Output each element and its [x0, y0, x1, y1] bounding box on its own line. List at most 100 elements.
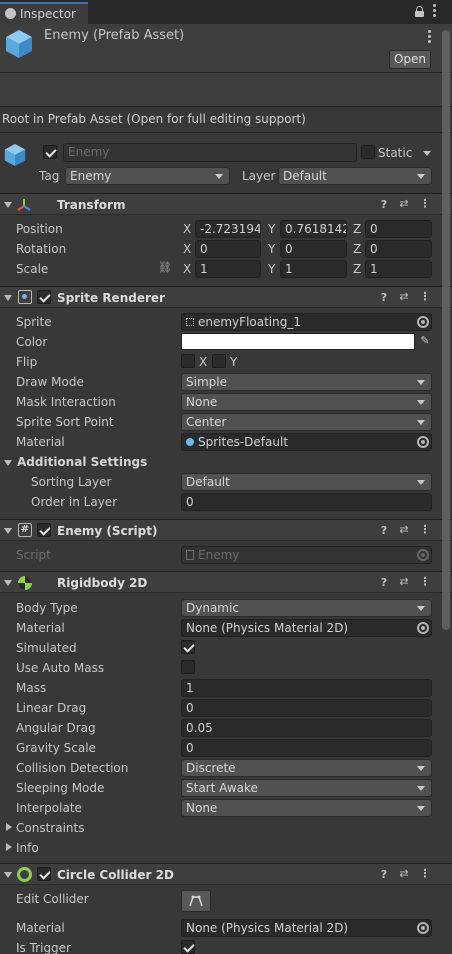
tab-inspector[interactable]: Inspector	[0, 2, 88, 24]
component-menu-dots-icon[interactable]: ⋮	[418, 867, 432, 880]
use-auto-mass-checkbox[interactable]	[181, 660, 195, 674]
order-in-layer-field[interactable]: 0	[181, 493, 432, 511]
scale-label: Scale	[16, 262, 49, 276]
linear-drag-field[interactable]: 0	[181, 699, 432, 717]
eyedropper-icon[interactable]: ✎	[418, 334, 432, 347]
circle-collider-header[interactable]: Circle Collider 2D ? ⇄ ⋮	[0, 863, 452, 885]
help-icon[interactable]: ?	[377, 868, 391, 881]
transform-header[interactable]: Transform ? ⇄ ⋮	[0, 193, 452, 215]
mass-field[interactable]: 1	[181, 679, 432, 697]
sprite-renderer-fold-arrow[interactable]	[4, 295, 12, 301]
rotation-z-field[interactable]: 0	[365, 240, 432, 258]
edit-collider-button[interactable]	[181, 890, 211, 912]
gameobject-name-field[interactable]: Enemy	[63, 143, 357, 162]
object-picker-icon[interactable]	[417, 922, 429, 934]
is-trigger-checkbox[interactable]	[181, 940, 195, 954]
menu-dots-icon[interactable]	[433, 4, 437, 18]
sprite-field[interactable]: enemyFloating_1	[181, 313, 432, 331]
settings-sliders-icon[interactable]: ⇄	[397, 523, 411, 536]
help-icon[interactable]: ?	[377, 198, 391, 211]
sleeping-mode-dropdown[interactable]: Start Awake	[181, 779, 432, 797]
component-menu-dots-icon[interactable]: ⋮	[418, 197, 432, 210]
scale-x-field[interactable]: 1	[195, 260, 261, 278]
angular-drag-field[interactable]: 0.05	[181, 719, 432, 737]
enemy-script-fold-arrow[interactable]	[4, 528, 12, 534]
scale-y-axis[interactable]: Y	[268, 262, 275, 276]
additional-settings-label[interactable]: Additional Settings	[17, 455, 147, 469]
transform-title: Transform	[57, 198, 126, 212]
enemy-script-enabled-checkbox[interactable]	[37, 523, 51, 537]
position-z-axis[interactable]: Z	[353, 222, 361, 236]
circle-collider-enabled-checkbox[interactable]	[37, 867, 51, 881]
sprite-material-field[interactable]: Sprites-Default	[181, 433, 432, 451]
help-icon[interactable]: ?	[377, 576, 391, 589]
interpolate-dropdown[interactable]: None	[181, 799, 432, 817]
sprite-material-label: Material	[16, 435, 65, 449]
rotation-x-axis[interactable]: X	[183, 242, 191, 256]
scale-z-field[interactable]: 1	[365, 260, 432, 278]
draw-mode-dropdown[interactable]: Simple	[181, 373, 432, 391]
additional-settings-fold-arrow[interactable]	[4, 460, 12, 466]
component-menu-dots-icon[interactable]: ⋮	[418, 290, 432, 303]
sprite-renderer-enabled-checkbox[interactable]	[37, 290, 51, 304]
sorting-layer-dropdown[interactable]: Default	[181, 473, 432, 491]
gravity-scale-field[interactable]: 0	[181, 739, 432, 757]
constraints-fold-arrow[interactable]	[6, 823, 12, 831]
simulated-checkbox[interactable]	[181, 640, 195, 654]
circle-collider-fold-arrow[interactable]	[4, 872, 12, 878]
transform-fold-arrow[interactable]	[4, 202, 12, 208]
mask-interaction-dropdown[interactable]: None	[181, 393, 432, 411]
open-prefab-button[interactable]: Open	[389, 50, 431, 69]
settings-sliders-icon[interactable]: ⇄	[397, 290, 411, 303]
color-swatch[interactable]	[181, 333, 415, 350]
body-type-dropdown[interactable]: Dynamic	[181, 599, 432, 617]
layer-dropdown[interactable]: Default	[278, 167, 432, 185]
rigidbody-material-field[interactable]: None (Physics Material 2D)	[181, 619, 432, 637]
object-picker-icon[interactable]	[417, 316, 429, 328]
rotation-x-field[interactable]: 0	[195, 240, 261, 258]
rotation-y-axis[interactable]: Y	[268, 242, 275, 256]
enemy-script-header[interactable]: # Enemy (Script) ? ⇄ ⋮	[0, 519, 452, 541]
help-icon[interactable]: ?	[377, 291, 391, 304]
rigidbody-fold-arrow[interactable]	[4, 580, 12, 586]
position-x-field[interactable]: -2.723194	[195, 220, 261, 238]
sprite-sort-point-dropdown[interactable]: Center	[181, 413, 432, 431]
link-icon[interactable]: ⛓	[158, 261, 172, 274]
rigidbody-header[interactable]: Rigidbody 2D ? ⇄ ⋮	[0, 571, 452, 593]
settings-sliders-icon[interactable]: ⇄	[397, 575, 411, 588]
position-y-axis[interactable]: Y	[268, 222, 275, 236]
script-file-icon	[186, 550, 194, 560]
tag-dropdown[interactable]: Enemy	[65, 167, 230, 185]
static-dropdown-arrow[interactable]	[423, 151, 431, 156]
scale-x-axis[interactable]: X	[183, 262, 191, 276]
sprite-renderer-header[interactable]: Sprite Renderer ? ⇄ ⋮	[0, 286, 452, 308]
static-checkbox[interactable]	[361, 145, 375, 159]
info-fold-arrow[interactable]	[6, 843, 12, 851]
position-y-field[interactable]: 0.7618142	[280, 220, 347, 238]
info-label[interactable]: Info	[16, 841, 39, 855]
enemy-script-title: Enemy (Script)	[57, 524, 158, 538]
settings-sliders-icon[interactable]: ⇄	[397, 867, 411, 880]
position-z-field[interactable]: 0	[365, 220, 432, 238]
info-icon	[5, 8, 16, 19]
collision-detection-dropdown[interactable]: Discrete	[181, 759, 432, 777]
scale-z-axis[interactable]: Z	[353, 262, 361, 276]
rotation-z-axis[interactable]: Z	[353, 242, 361, 256]
header-menu-dots-icon[interactable]	[428, 30, 431, 43]
flip-x-checkbox[interactable]	[181, 354, 195, 368]
flip-y-checkbox[interactable]	[212, 354, 226, 368]
scale-y-field[interactable]: 1	[280, 260, 347, 278]
object-picker-icon[interactable]	[417, 436, 429, 448]
help-icon[interactable]: ?	[377, 524, 391, 537]
rotation-y-field[interactable]: 0	[280, 240, 347, 258]
position-x-axis[interactable]: X	[183, 222, 191, 236]
object-picker-icon[interactable]	[417, 622, 429, 634]
collider-material-field[interactable]: None (Physics Material 2D)	[181, 919, 432, 937]
lock-icon[interactable]	[415, 6, 424, 17]
constraints-label[interactable]: Constraints	[16, 821, 84, 835]
component-menu-dots-icon[interactable]: ⋮	[418, 575, 432, 588]
component-menu-dots-icon[interactable]: ⋮	[418, 523, 432, 536]
scrollbar-thumb[interactable]	[442, 30, 450, 630]
settings-sliders-icon[interactable]: ⇄	[397, 197, 411, 210]
gameobject-active-checkbox[interactable]	[43, 145, 57, 159]
